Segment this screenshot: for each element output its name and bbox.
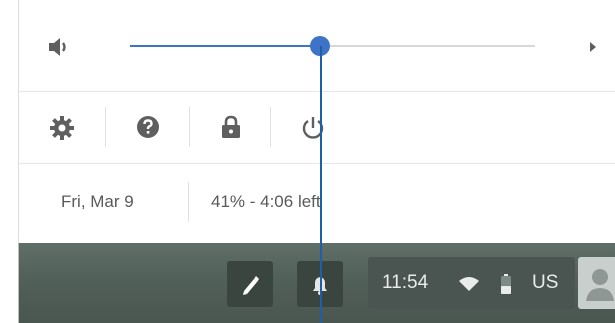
battery-status-label[interactable]: 41% - 4:06 left xyxy=(211,192,321,212)
divider xyxy=(18,91,615,92)
battery-icon xyxy=(501,274,511,294)
wifi-icon xyxy=(458,276,480,292)
divider xyxy=(18,163,615,164)
stylus-button[interactable] xyxy=(227,261,273,307)
date-label[interactable]: Fri, Mar 9 xyxy=(61,192,134,212)
help-icon[interactable] xyxy=(135,114,161,140)
divider xyxy=(270,107,271,147)
divider xyxy=(188,182,189,222)
volume-icon[interactable] xyxy=(46,36,72,58)
avatar-icon xyxy=(586,269,614,301)
volume-slider-fill xyxy=(130,45,320,47)
keyboard-layout-label: US xyxy=(532,272,559,293)
gear-icon[interactable] xyxy=(49,115,75,141)
status-area[interactable]: 11:54 US xyxy=(368,257,575,309)
divider xyxy=(105,107,106,147)
lock-icon[interactable] xyxy=(220,114,242,140)
volume-slider[interactable] xyxy=(130,34,535,58)
chevron-right-icon[interactable] xyxy=(588,40,598,52)
power-icon[interactable] xyxy=(300,114,326,140)
stylus-icon xyxy=(243,276,259,295)
clock-label: 11:54 xyxy=(382,272,429,293)
avatar[interactable] xyxy=(578,257,615,309)
pointer-line xyxy=(320,46,322,323)
divider xyxy=(189,107,190,147)
volume-slider-track xyxy=(330,45,535,47)
